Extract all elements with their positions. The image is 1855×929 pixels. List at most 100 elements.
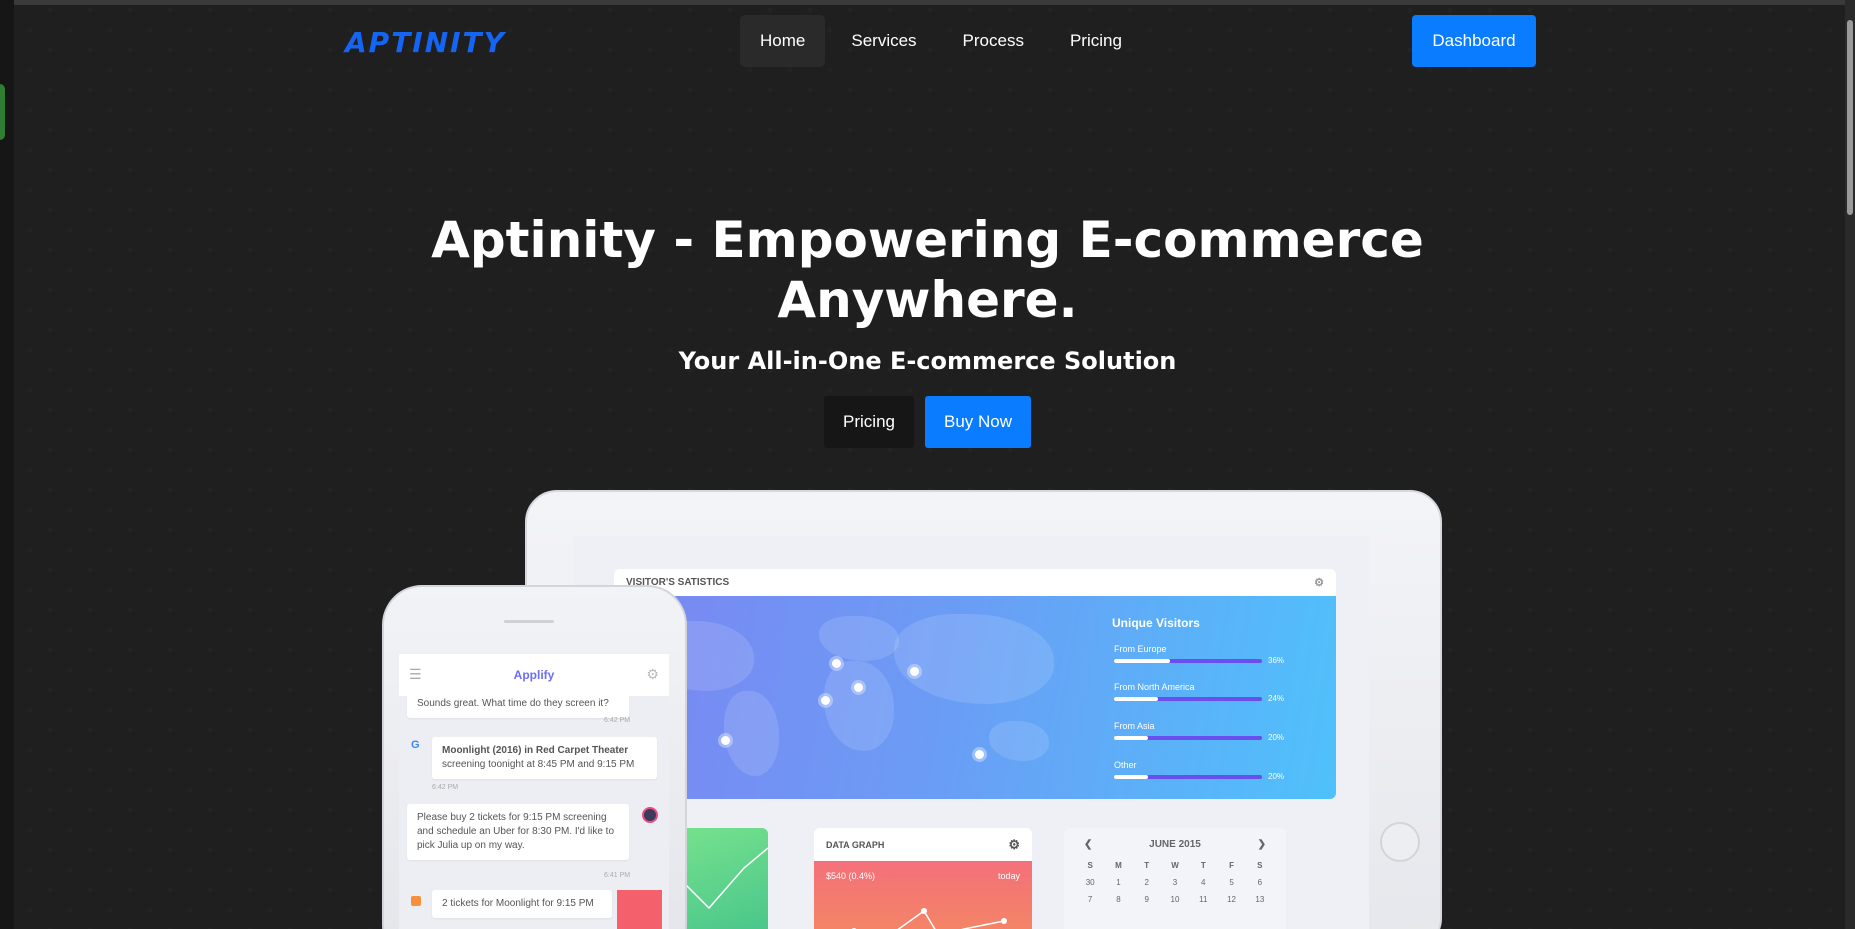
- calendar-day[interactable]: 10: [1161, 895, 1189, 904]
- chat-message-text: Sounds great. What time do they screen i…: [417, 698, 609, 709]
- uv-bar-fill: [1114, 736, 1149, 740]
- tablet-home-button: [1380, 822, 1420, 862]
- gear-icon[interactable]: ⚙: [646, 667, 659, 683]
- chat-time: 6:42 PM: [432, 784, 459, 791]
- uv-bar: [1114, 775, 1262, 779]
- calendar-dow: T: [1200, 861, 1206, 870]
- chevron-left-icon[interactable]: ❮: [1084, 839, 1092, 850]
- calendar-dow: S: [1087, 861, 1093, 870]
- calendar-day[interactable]: 3: [1161, 878, 1189, 887]
- visitor-stats-panel: VISITOR'S SATISTICS ⚙ Unique Visitors Fr…: [614, 569, 1336, 799]
- calendar-day[interactable]: 2: [1133, 878, 1161, 887]
- map-asia: [894, 614, 1054, 704]
- uv-label: From Asia: [1114, 721, 1155, 731]
- uv-row-other: Other 20%: [1114, 760, 1314, 781]
- calendar-day[interactable]: 1: [1104, 878, 1132, 887]
- graph-line: [851, 908, 1007, 929]
- pricing-button[interactable]: Pricing: [824, 396, 914, 448]
- calendar-dow: M: [1115, 861, 1122, 870]
- calendar-dow: W: [1171, 861, 1179, 870]
- dashboard-button[interactable]: Dashboard: [1412, 15, 1536, 67]
- map-south-america: [724, 691, 779, 776]
- ticket-icon: [617, 890, 662, 929]
- page-scrollbar[interactable]: [1845, 0, 1855, 929]
- uv-row-europe: From Europe 36%: [1114, 644, 1314, 665]
- tablet-screen: VISITOR'S SATISTICS ⚙ Unique Visitors Fr…: [574, 536, 1369, 929]
- hero-title: Aptinity - Empowering E-commerce Anywher…: [430, 210, 1425, 330]
- uv-label: From Europe: [1114, 644, 1167, 654]
- chat-message: Moonlight (2016) in Red Carpet Theater s…: [432, 737, 657, 779]
- chat-time: 6:41 PM: [604, 872, 631, 879]
- uv-row-asia: From Asia 20%: [1114, 721, 1314, 742]
- calendar-day[interactable]: 5: [1217, 878, 1245, 887]
- nav-services[interactable]: Services: [831, 15, 936, 67]
- unique-visitors-title: Unique Visitors: [1112, 616, 1200, 630]
- uv-percent: 36%: [1268, 656, 1285, 665]
- brand-logo[interactable]: APTINITY: [345, 26, 506, 59]
- data-graph-card: DATA GRAPH ⚙ $540 (0.4%) today: [814, 828, 1032, 929]
- browser-top-strip: [0, 0, 1855, 5]
- uv-percent: 20%: [1268, 733, 1285, 742]
- calendar-day[interactable]: 8: [1104, 895, 1132, 904]
- map-pin: [821, 696, 830, 705]
- nav-pricing[interactable]: Pricing: [1050, 15, 1142, 67]
- calendar-grid: S M T W T F S 30 1 2 3 4 5 6 7 8 9 10 11…: [1064, 861, 1286, 904]
- app-bar: ☰ Applify ⚙: [399, 654, 669, 696]
- map-pin: [910, 667, 919, 676]
- map-pin: [854, 683, 863, 692]
- map-africa: [824, 661, 894, 751]
- calendar-day[interactable]: 11: [1189, 895, 1217, 904]
- main-nav: Home Services Process Pricing: [740, 15, 1142, 67]
- uv-bar: [1114, 659, 1262, 663]
- buy-now-button[interactable]: Buy Now: [925, 396, 1031, 448]
- scrollbar-thumb[interactable]: [1847, 20, 1853, 215]
- side-indicator: [0, 84, 5, 140]
- map-pin: [832, 659, 841, 668]
- app-title: Applify: [513, 668, 555, 682]
- nav-home[interactable]: Home: [740, 15, 826, 67]
- uv-bar: [1114, 736, 1262, 740]
- chat-message-text: 2 tickets for Moonlight for 9:15 PM: [442, 898, 594, 909]
- avatar: [642, 807, 658, 823]
- nav-process[interactable]: Process: [943, 15, 1044, 67]
- hero-title-line2: Anywhere.: [777, 271, 1078, 329]
- calendar-day[interactable]: 7: [1076, 895, 1104, 904]
- world-map-area: Unique Visitors From Europe 36% From Nor…: [614, 596, 1336, 799]
- gear-icon: ⚙: [1008, 836, 1020, 852]
- data-graph-header: DATA GRAPH ⚙: [814, 828, 1032, 861]
- calendar-header: ❮ JUNE 2015 ❯: [1064, 828, 1286, 861]
- chat-time: 6:42 PM: [604, 717, 631, 724]
- calendar-day[interactable]: 4: [1189, 878, 1217, 887]
- uv-bar: [1114, 697, 1262, 701]
- chat-message-title: Moonlight (2016) in Red Carpet Theater: [442, 745, 629, 756]
- calendar-title: JUNE 2015: [1149, 839, 1201, 850]
- map-pin: [975, 750, 984, 759]
- uv-row-north-america: From North America 24%: [1114, 682, 1314, 703]
- uv-bar-fill: [1114, 775, 1149, 779]
- calendar-day[interactable]: 13: [1246, 895, 1274, 904]
- map-europe: [819, 616, 899, 661]
- menu-icon[interactable]: ☰: [409, 667, 422, 683]
- hero-subtitle: Your All-in-One E-commerce Solution: [678, 347, 1177, 375]
- calendar-day[interactable]: 12: [1217, 895, 1245, 904]
- gear-icon: ⚙: [1314, 577, 1324, 589]
- uv-label: Other: [1114, 760, 1137, 770]
- calendar-day[interactable]: 30: [1076, 878, 1104, 887]
- calendar-day[interactable]: 9: [1133, 895, 1161, 904]
- uv-bar-fill: [1114, 659, 1171, 663]
- calendar-dow: T: [1144, 861, 1150, 870]
- chat-message-text: screening toonight at 8:45 PM and 9:15 P…: [442, 759, 635, 770]
- hero-title-line1: Aptinity - Empowering E-commerce: [431, 211, 1424, 269]
- app-icon: [411, 896, 421, 906]
- data-graph-area: $540 (0.4%) today: [814, 861, 1032, 929]
- calendar-day[interactable]: 6: [1246, 878, 1274, 887]
- chevron-right-icon[interactable]: ❯: [1258, 839, 1266, 850]
- stats-header: VISITOR'S SATISTICS ⚙: [614, 569, 1336, 596]
- calendar-dow: S: [1257, 861, 1263, 870]
- phone-mockup: Sounds great. What time do they screen i…: [382, 585, 687, 929]
- uv-bar-fill: [1114, 697, 1159, 701]
- calendar-dow: F: [1229, 861, 1234, 870]
- uv-label: From North America: [1114, 682, 1195, 692]
- uv-percent: 24%: [1268, 694, 1285, 703]
- map-australia: [989, 721, 1049, 761]
